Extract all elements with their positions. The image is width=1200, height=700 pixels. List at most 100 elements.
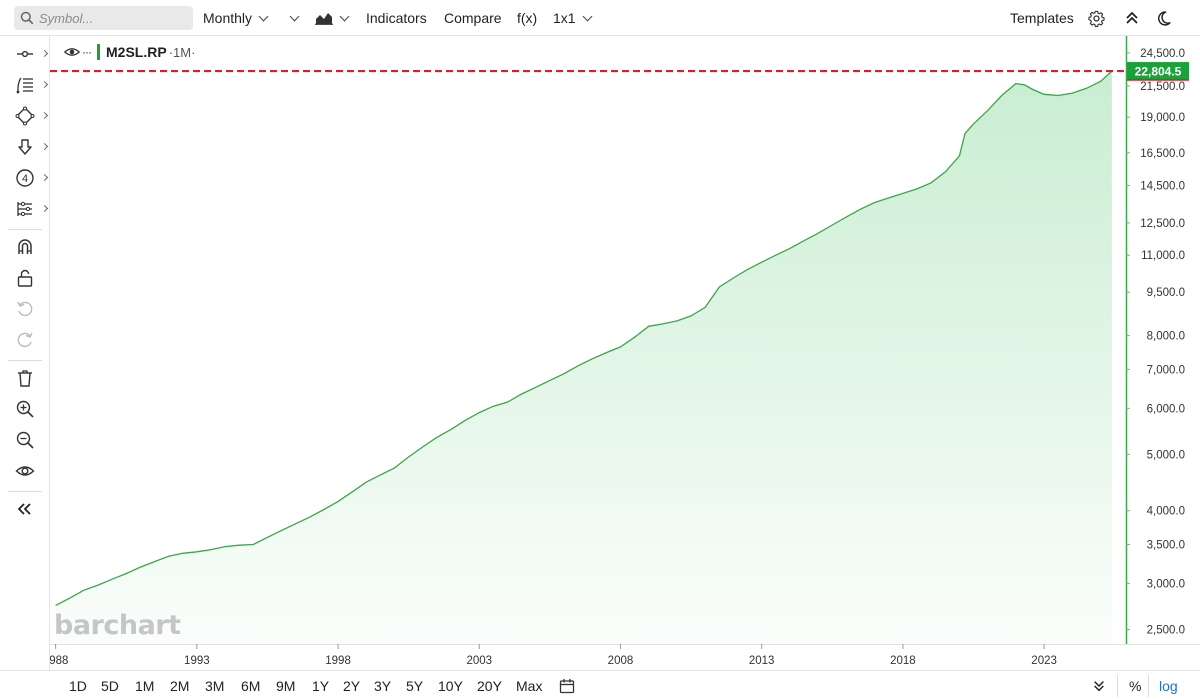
range-button-1y[interactable]: 1Y bbox=[312, 671, 329, 700]
x-tick-label: 2003 bbox=[466, 655, 492, 667]
y-tick-label: 11,000.0 bbox=[1141, 250, 1185, 262]
legend-period: ·1M· bbox=[168, 44, 196, 60]
scroll-to-end-button[interactable] bbox=[1092, 671, 1106, 700]
pattern-tool-icon bbox=[17, 201, 32, 217]
period-label: Monthly bbox=[203, 10, 253, 26]
pattern-tool-button[interactable] bbox=[0, 195, 50, 223]
compare-label: Compare bbox=[444, 10, 502, 26]
y-tick-label: 24,500.0 bbox=[1140, 48, 1185, 60]
layout-label: 1x1 bbox=[553, 10, 576, 26]
legend-symbol[interactable]: M2SL.RP bbox=[106, 44, 167, 60]
range-button-5d[interactable]: 5D bbox=[101, 671, 119, 700]
lock-icon bbox=[17, 269, 33, 287]
toolbar-divider bbox=[8, 229, 42, 230]
double-chevron-left-icon bbox=[17, 503, 31, 515]
legend-menu-dots[interactable]: ··· bbox=[82, 45, 92, 59]
top-toolbar: Monthly Indicators Compare f(x) 1x1 Temp… bbox=[0, 0, 1200, 36]
fx-button[interactable]: f(x) bbox=[517, 0, 537, 36]
range-button-20y[interactable]: 20Y bbox=[477, 671, 502, 700]
expand-arrow-icon bbox=[40, 111, 49, 120]
dark-mode-toggle[interactable] bbox=[1155, 0, 1172, 36]
period-dropdown[interactable]: Monthly bbox=[203, 0, 269, 36]
chevron-down-icon bbox=[339, 11, 350, 21]
magnet-icon bbox=[18, 239, 32, 254]
range-button-6m[interactable]: 6M bbox=[241, 671, 260, 700]
y-tick-label: 3,000.0 bbox=[1147, 578, 1185, 590]
templates-button[interactable]: Templates bbox=[1010, 0, 1074, 36]
range-button-max[interactable]: Max bbox=[516, 671, 542, 700]
range-button-10y[interactable]: 10Y bbox=[438, 671, 463, 700]
series-color-marker bbox=[97, 44, 100, 60]
zoom-out-button[interactable] bbox=[0, 426, 50, 454]
log-scale-toggle[interactable]: log bbox=[1159, 671, 1178, 700]
y-tick-label: 4,000.0 bbox=[1147, 506, 1185, 518]
indicators-label: Indicators bbox=[366, 10, 427, 26]
range-button-3y[interactable]: 3Y bbox=[374, 671, 391, 700]
range-button-5y[interactable]: 5Y bbox=[406, 671, 423, 700]
y-tick-label: 21,500.0 bbox=[1140, 81, 1185, 93]
fib-tool-button[interactable] bbox=[0, 71, 50, 99]
eye-icon[interactable] bbox=[64, 46, 80, 58]
delete-drawings-button[interactable] bbox=[0, 364, 50, 392]
range-button-2m[interactable]: 2M bbox=[170, 671, 189, 700]
redo-icon bbox=[17, 332, 33, 348]
x-tick-label: 2018 bbox=[890, 655, 916, 667]
indicators-button[interactable]: Indicators bbox=[366, 0, 427, 36]
toggle-visibility-button[interactable] bbox=[0, 457, 50, 485]
line-tool-button[interactable] bbox=[0, 40, 50, 68]
period-extra-dropdown[interactable] bbox=[283, 0, 300, 36]
settings-button[interactable] bbox=[1088, 0, 1105, 36]
date-range-picker[interactable] bbox=[559, 671, 575, 700]
compare-button[interactable]: Compare bbox=[444, 0, 502, 36]
undo-icon bbox=[17, 301, 33, 317]
area-chart-icon bbox=[315, 13, 333, 25]
number-marker-button[interactable]: 4 bbox=[0, 164, 50, 192]
x-tick-label: 2023 bbox=[1031, 655, 1057, 667]
y-tick-label: 14,500.0 bbox=[1140, 180, 1185, 192]
symbol-search-input[interactable] bbox=[39, 10, 189, 26]
lock-button[interactable] bbox=[0, 264, 50, 292]
range-button-9m[interactable]: 9M bbox=[276, 671, 295, 700]
y-tick-label: 12,500.0 bbox=[1140, 218, 1185, 230]
x-tick-label: 1993 bbox=[184, 655, 210, 667]
drawing-toolbar: 4 bbox=[0, 36, 50, 670]
magnet-button[interactable] bbox=[0, 233, 50, 261]
series-area-fill bbox=[55, 71, 1112, 645]
shape-tool-button[interactable] bbox=[0, 102, 50, 130]
layout-dropdown[interactable]: 1x1 bbox=[553, 0, 593, 36]
zoom-in-icon bbox=[16, 400, 34, 418]
x-tick-label: 1988 bbox=[50, 655, 68, 667]
zoom-in-button[interactable] bbox=[0, 395, 50, 423]
collapse-toolbar-button[interactable] bbox=[1124, 0, 1140, 36]
svg-text:4: 4 bbox=[22, 173, 28, 185]
shape-tool-icon bbox=[15, 106, 35, 126]
templates-label: Templates bbox=[1010, 10, 1074, 26]
y-tick-label: 16,500.0 bbox=[1140, 148, 1185, 160]
symbol-search[interactable] bbox=[14, 6, 193, 30]
percent-scale-toggle[interactable]: % bbox=[1129, 671, 1141, 700]
expand-arrow-icon bbox=[40, 80, 49, 89]
moon-icon bbox=[1158, 10, 1171, 26]
x-tick-label: 2008 bbox=[608, 655, 634, 667]
range-button-1m[interactable]: 1M bbox=[135, 671, 154, 700]
y-tick-label: 19,000.0 bbox=[1140, 112, 1185, 124]
price-chart[interactable]: 2,500.0 3,000.0 3,500.0 4,000.0 5,000.0 6,000… bbox=[50, 36, 1200, 670]
chart-legend: ··· M2SL.RP ·1M· bbox=[64, 44, 195, 60]
chart-type-dropdown[interactable] bbox=[315, 0, 350, 36]
fx-label: f(x) bbox=[517, 10, 538, 26]
last-price-label: 22,804.5 bbox=[1135, 65, 1182, 79]
chevron-down-icon bbox=[289, 11, 300, 21]
trash-icon bbox=[18, 370, 32, 387]
collapse-sidebar-button[interactable] bbox=[0, 495, 50, 523]
range-button-2y[interactable]: 2Y bbox=[343, 671, 360, 700]
range-button-1d[interactable]: 1D bbox=[69, 671, 87, 700]
arrow-tool-button[interactable] bbox=[0, 133, 50, 161]
undo-button[interactable] bbox=[0, 295, 50, 323]
chart-area[interactable]: 2,500.0 3,000.0 3,500.0 4,000.0 5,000.0 6,000… bbox=[50, 36, 1200, 670]
x-tick-label: 2013 bbox=[749, 655, 775, 667]
double-chevron-up-icon bbox=[1126, 11, 1138, 24]
expand-arrow-icon bbox=[40, 142, 49, 151]
chevron-down-icon bbox=[582, 11, 593, 21]
range-button-3m[interactable]: 3M bbox=[205, 671, 224, 700]
redo-button[interactable] bbox=[0, 326, 50, 354]
